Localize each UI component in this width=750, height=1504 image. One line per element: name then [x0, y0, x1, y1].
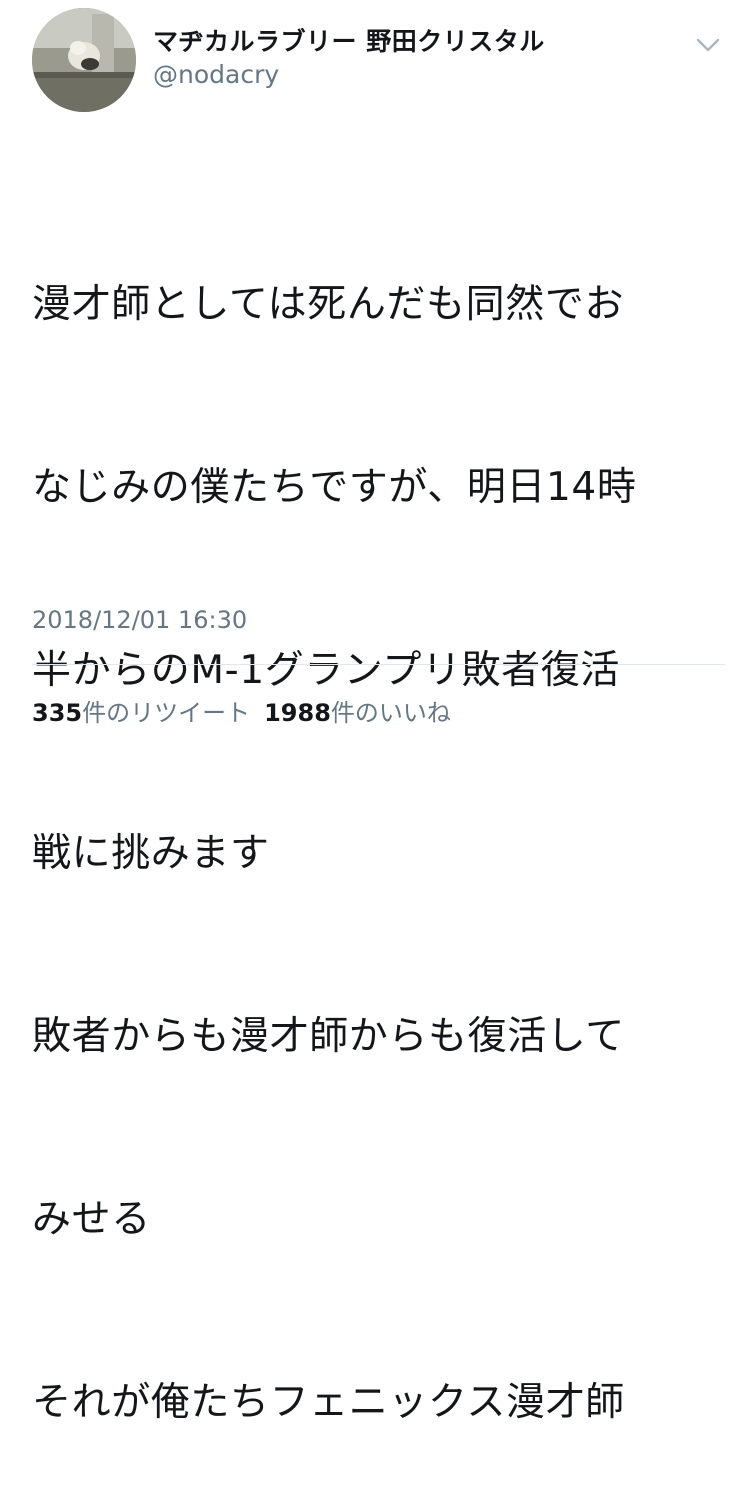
- tweet-text-line: 敗者からも漫才師からも復活して: [32, 1014, 625, 1059]
- tweet-text-line: 漫才師としては死んだも同然でお: [32, 282, 625, 327]
- tweet-text-line: みせる: [32, 1197, 151, 1242]
- retweets-stat[interactable]: 335件のリツイート: [32, 699, 250, 727]
- avatar-photo: [32, 8, 136, 112]
- tweet-text: 漫才師としては死んだも同然でお なじみの僕たちですが、明日14時 半からのM-1…: [32, 152, 722, 1504]
- retweets-count: 335: [32, 699, 83, 727]
- tweet-timestamp[interactable]: 2018/12/01 16:30: [32, 606, 247, 634]
- tweet-text-line: それが俺たちフェニックス漫才師: [32, 1380, 625, 1425]
- likes-stat[interactable]: 1988件のいいね: [264, 699, 451, 727]
- retweets-label: 件のリツイート: [82, 699, 251, 727]
- divider: [32, 664, 725, 665]
- tweet-text-line: 戦に挑みます: [32, 831, 270, 876]
- likes-label: 件のいいね: [330, 699, 451, 727]
- likes-count: 1988: [264, 699, 331, 727]
- chevron-down-icon[interactable]: [690, 30, 726, 58]
- tweet-stats: 335件のリツイート 1988件のいいね: [32, 693, 465, 728]
- avatar[interactable]: [32, 8, 136, 112]
- tweet-text-line: なじみの僕たちですが、明日14時: [32, 465, 637, 510]
- author-display-name[interactable]: マヂカルラブリー 野田クリスタル: [153, 22, 545, 58]
- tweet-text-line: 半からのM-1グランプリ敗者復活: [32, 648, 620, 693]
- author-handle[interactable]: @nodacry: [153, 60, 279, 89]
- tweet-detail: マヂカルラブリー 野田クリスタル @nodacry 漫才師としては死んだも同然で…: [0, 0, 750, 1425]
